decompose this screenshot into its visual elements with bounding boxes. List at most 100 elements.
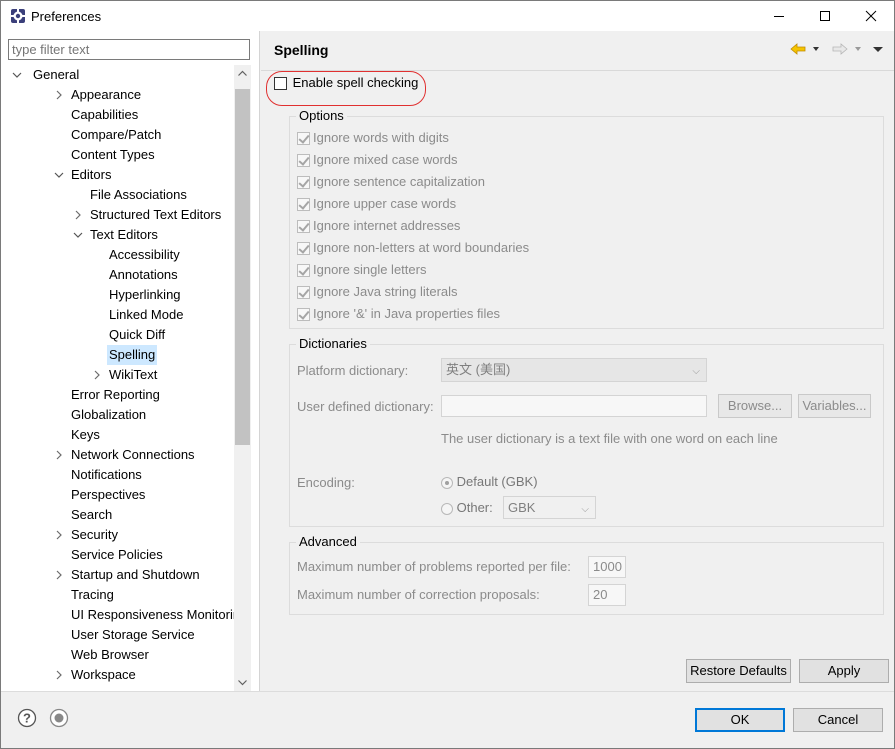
option-checkbox[interactable]: Ignore sentence capitalization [297,173,485,193]
tree-item[interactable]: Structured Text Editors [1,205,234,225]
scroll-down-icon[interactable] [234,674,251,691]
maximize-button[interactable] [802,1,848,31]
tree-item[interactable]: Perspectives [1,485,234,505]
tree-item-label: Workspace [71,667,136,682]
tree-item[interactable]: Globalization [1,405,234,425]
option-checkbox[interactable]: Ignore words with digits [297,129,449,149]
scrollbar-thumb[interactable] [235,89,250,445]
tree-item[interactable]: Notifications [1,465,234,485]
tree-item-label: Compare/Patch [71,127,162,142]
tree-item[interactable]: Security [1,525,234,545]
default-radio-dot[interactable] [441,476,453,489]
chevron-right-icon[interactable] [53,665,65,685]
encoding-other-select[interactable]: GBK ⌵ [503,496,596,519]
encoding-default-radio[interactable]: Default (GBK) [441,474,538,489]
enable-checkbox-box[interactable] [274,77,287,91]
apply-button[interactable]: Apply [799,659,889,683]
user-dictionary-label: User defined dictionary: [297,399,434,414]
tree-item[interactable]: User Storage Service [1,625,234,645]
tree-item[interactable]: Startup and Shutdown [1,565,234,585]
scroll-up-icon[interactable] [234,65,251,82]
tree-item-label: Accessibility [109,247,180,262]
close-button[interactable] [848,1,894,31]
option-checkbox[interactable]: Ignore mixed case words [297,151,458,171]
option-checkbox[interactable]: Ignore internet addresses [297,217,460,237]
option-checkbox-box[interactable] [297,132,310,146]
tree-item[interactable]: Quick Diff [1,325,234,345]
tree-item[interactable]: Compare/Patch [1,125,234,145]
tree-item[interactable]: WikiText [1,365,234,385]
max-problems-field[interactable]: 1000 [588,556,626,578]
chevron-right-icon[interactable] [53,445,65,465]
chevron-down-icon[interactable] [72,225,84,245]
option-checkbox[interactable]: Ignore upper case words [297,195,456,215]
tree-item[interactable]: Linked Mode [1,305,234,325]
chevron-down-icon[interactable] [11,65,23,85]
option-checkbox-box[interactable] [297,220,310,234]
tree-item[interactable]: Search [1,505,234,525]
enable-checkbox-label: Enable spell checking [292,75,419,90]
tree-item[interactable]: Service Policies [1,545,234,565]
restore-defaults-button[interactable]: Restore Defaults [686,659,791,683]
chevron-right-icon[interactable] [53,525,65,545]
user-dictionary-field[interactable] [441,395,707,417]
option-checkbox-box[interactable] [297,242,310,256]
tree-item[interactable]: Web Browser [1,645,234,665]
forward-dropdown-icon[interactable] [855,47,861,51]
tree-item[interactable]: General [1,65,234,85]
chevron-right-icon[interactable] [53,565,65,585]
tree-item[interactable]: Hyperlinking [1,285,234,305]
back-dropdown-icon[interactable] [813,47,819,51]
tree-scrollbar[interactable] [234,65,251,691]
option-checkbox-label: Ignore upper case words [313,196,457,211]
help-icon[interactable]: ? [17,708,37,728]
variables-button[interactable]: Variables... [798,394,871,418]
option-checkbox-box[interactable] [297,264,310,278]
tree-item[interactable]: Editors [1,165,234,185]
tree-item[interactable]: Appearance [1,85,234,105]
option-checkbox-box[interactable] [297,286,310,300]
tree-item[interactable]: File Associations [1,185,234,205]
view-menu-button[interactable] [871,41,885,59]
browse-button[interactable]: Browse... [718,394,792,418]
back-button[interactable] [789,41,823,59]
chevron-right-icon[interactable] [91,365,103,385]
tree-item[interactable]: Text Editors [1,225,234,245]
tree-item[interactable]: Tracing [1,585,234,605]
forward-button[interactable] [831,41,865,59]
option-checkbox[interactable]: Ignore non-letters at word boundaries [297,239,529,259]
tree-item[interactable]: Content Types [1,145,234,165]
option-checkbox-box[interactable] [297,176,310,190]
tree-item[interactable]: Error Reporting [1,385,234,405]
minimize-button[interactable] [756,1,802,31]
encoding-other-radio[interactable]: Other: [441,500,493,515]
tree-item[interactable]: Capabilities [1,105,234,125]
chevron-right-icon[interactable] [53,85,65,105]
tree-item[interactable]: Keys [1,425,234,445]
option-checkbox-box[interactable] [297,308,310,322]
other-radio-dot[interactable] [441,502,453,515]
import-export-icon[interactable] [49,708,69,728]
cancel-button[interactable]: Cancel [793,708,883,732]
option-checkbox[interactable]: Ignore '&' in Java properties files [297,305,500,325]
chevron-down-icon[interactable] [53,165,65,185]
option-checkbox-box[interactable] [297,154,310,168]
forward-arrow-icon [832,43,848,55]
tree-item[interactable]: Workspace [1,665,234,685]
tree-item[interactable]: Spelling [1,345,234,365]
tree-item[interactable]: Accessibility [1,245,234,265]
platform-dictionary-select[interactable]: 英文 (美国) ⌵ [441,358,707,382]
user-dictionary-hint: The user dictionary is a text file with … [441,431,778,446]
tree-item[interactable]: Annotations [1,265,234,285]
option-checkbox[interactable]: Ignore Java string literals [297,283,458,303]
tree-item[interactable]: UI Responsiveness Monitoring [1,605,234,625]
filter-input[interactable] [8,39,250,60]
option-checkbox-box[interactable] [297,198,310,212]
enable-spell-checking-checkbox[interactable]: Enable spell checking [274,74,418,94]
chevron-right-icon[interactable] [72,205,84,225]
option-checkbox[interactable]: Ignore single letters [297,261,426,281]
max-proposals-field[interactable]: 20 [588,584,626,606]
tree-item-label: Text Editors [90,227,158,242]
tree-item[interactable]: Network Connections [1,445,234,465]
ok-button[interactable]: OK [695,708,785,732]
